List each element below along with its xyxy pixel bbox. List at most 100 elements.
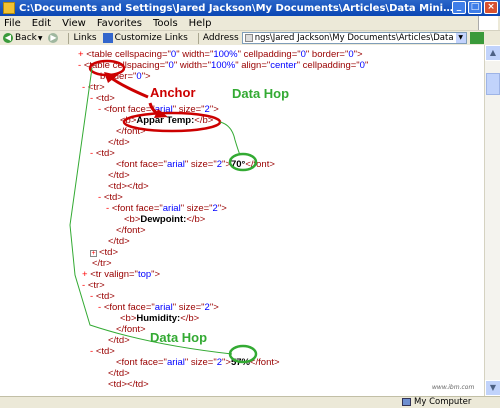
xml-line: <font face="arial" size="2">70°</font> — [116, 159, 275, 170]
chevron-down-icon[interactable]: ▼ — [455, 33, 466, 43]
forward-arrow-icon: ▶ — [48, 33, 59, 43]
xml-token: <font — [116, 357, 141, 368]
xml-line: border="0"> — [100, 71, 151, 82]
xml-token: <tr> — [87, 280, 105, 291]
xml-token: <font — [116, 159, 141, 170]
xml-line: - <td> — [90, 346, 115, 357]
expand-toggle[interactable]: + — [82, 269, 90, 280]
minimize-button[interactable]: _ — [452, 1, 466, 14]
menu-tools[interactable]: Tools — [153, 18, 178, 29]
xml-token: </b> — [180, 313, 200, 324]
xml-token: valign=" — [104, 269, 138, 280]
xml-token: </font> — [249, 357, 280, 368]
xml-token: </b> — [194, 115, 214, 126]
xml-token: </td> — [108, 137, 130, 148]
scroll-down-arrow-icon[interactable]: ▼ — [485, 380, 500, 396]
menu-favorites[interactable]: Favorites — [97, 18, 142, 29]
vertical-scrollbar[interactable]: ▲ ▼ — [484, 45, 500, 396]
xml-line: </font> — [116, 324, 146, 335]
xml-token: <td> — [95, 346, 115, 357]
back-button[interactable]: ◀ Back ▼ — [3, 33, 42, 43]
xml-line: </td> — [108, 236, 130, 247]
xml-token: <table — [86, 49, 115, 60]
xml-token: arial — [162, 203, 181, 214]
xml-line: - <tr> — [82, 280, 105, 291]
xml-token: <td> — [95, 148, 115, 159]
xml-token: cellspacing=" — [112, 60, 169, 71]
scrollbar-thumb[interactable] — [486, 73, 500, 95]
computer-icon — [402, 398, 411, 406]
expand-toggle[interactable]: + — [78, 49, 86, 60]
title-bar[interactable]: C:\Documents and Settings\Jared Jackson\… — [0, 0, 500, 16]
xml-token: <td> — [95, 93, 115, 104]
xml-line: + <tr valign="top"> — [82, 269, 160, 280]
separator — [68, 32, 70, 44]
xml-line: </td> — [108, 335, 130, 346]
xml-token: " size=" — [172, 104, 205, 115]
xml-line: <b>Dewpoint:</b> — [124, 214, 205, 225]
scroll-up-arrow-icon[interactable]: ▲ — [485, 45, 500, 61]
links-button[interactable]: Links — [73, 33, 96, 43]
xml-line: </font> — [116, 126, 146, 137]
xml-token: <font — [111, 203, 136, 214]
xml-token: face=" — [135, 203, 163, 214]
xml-token: border=" — [100, 71, 137, 82]
customize-links-button[interactable]: Customize Links — [102, 33, 188, 43]
xml-line: <font face="arial" size="2">57%</font> — [116, 357, 280, 368]
xml-token: "> — [151, 269, 161, 280]
go-button[interactable] — [469, 32, 484, 44]
xml-line: - <td> — [90, 93, 115, 104]
menu-file[interactable]: File — [4, 18, 21, 29]
xml-line: - <td> — [98, 192, 123, 203]
window-title: C:\Documents and Settings\Jared Jackson\… — [19, 2, 459, 14]
menu-help[interactable]: Help — [189, 18, 212, 29]
forward-button[interactable]: ▶ — [48, 33, 59, 43]
xml-token: " width=" — [176, 49, 214, 60]
xml-token: " border=" — [305, 49, 349, 60]
xml-token: </td> — [108, 170, 130, 181]
address-label: Address — [202, 33, 239, 43]
xml-token: Dewpoint: — [140, 214, 187, 225]
toolbar: ◀ Back ▼ ▶ Links Customize Links Address… — [0, 31, 500, 45]
xml-line: + <td> — [90, 247, 118, 258]
xml-token: top — [137, 269, 152, 280]
expand-toggle[interactable]: + — [90, 250, 97, 257]
xml-token: "> — [217, 203, 227, 214]
xml-token: arial — [154, 302, 173, 313]
xml-token: <font — [103, 104, 128, 115]
xml-token: <td> — [95, 291, 115, 302]
links-label: Links — [73, 33, 97, 43]
menu-view[interactable]: View — [62, 18, 86, 29]
xml-token: </b> — [186, 214, 206, 225]
xml-token: "> — [222, 159, 231, 170]
xml-token: </td> — [108, 335, 130, 346]
xml-token: </td> — [108, 236, 130, 247]
maximize-button[interactable]: □ — [468, 1, 482, 14]
back-label: Back — [15, 33, 37, 43]
xml-line: <b>Appar Temp:</b> — [120, 115, 213, 126]
close-button[interactable]: × — [484, 1, 498, 14]
xml-token: </font> — [116, 324, 146, 335]
ie-icon — [3, 2, 15, 14]
xml-token: <td> — [103, 192, 123, 203]
xml-token: "> — [141, 71, 151, 82]
xml-token: " size=" — [184, 357, 217, 368]
window-controls: _ □ × — [452, 1, 498, 14]
xml-token: arial — [166, 357, 185, 368]
xml-token: center — [270, 60, 297, 71]
xml-token: face=" — [140, 357, 167, 368]
xml-token: arial — [154, 104, 173, 115]
data-hop-label-2: Data Hop — [150, 330, 208, 345]
xml-token: "> — [209, 302, 219, 313]
status-zone-label: My Computer — [414, 397, 472, 407]
dropdown-arrow-icon: ▼ — [37, 34, 43, 42]
xml-token: " cellpadding=" — [296, 60, 360, 71]
xml-line: </td> — [108, 137, 130, 148]
address-input[interactable]: ngs\Jared Jackson\My Documents\Articles\… — [241, 32, 467, 44]
xml-token: Appar Temp: — [136, 115, 195, 126]
xml-token: 57% — [230, 357, 250, 368]
xml-token: <td> — [99, 247, 119, 258]
menu-edit[interactable]: Edit — [32, 18, 51, 29]
xml-token: arial — [166, 159, 185, 170]
anchor-label: Anchor — [150, 85, 196, 100]
